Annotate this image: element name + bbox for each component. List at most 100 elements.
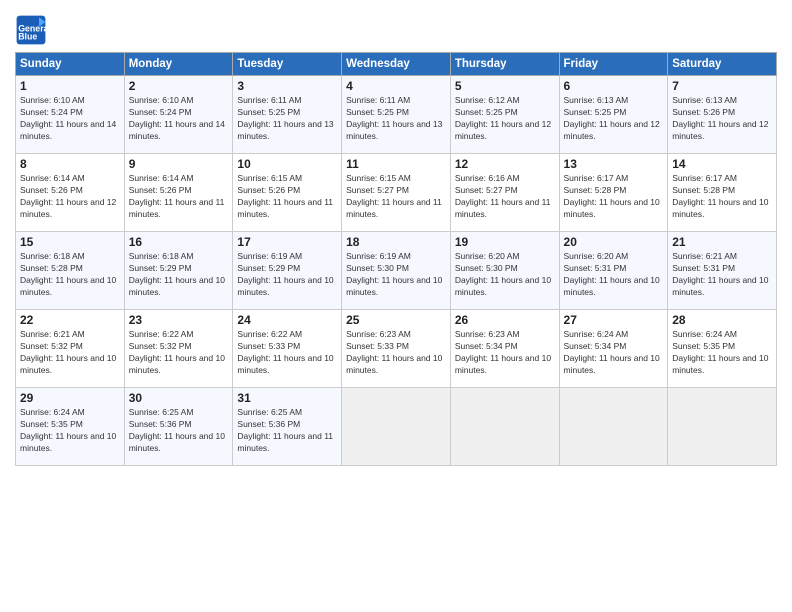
- day-info: Sunrise: 6:14 AMSunset: 5:26 PMDaylight:…: [20, 173, 120, 221]
- day-number: 28: [672, 313, 772, 327]
- day-info: Sunrise: 6:12 AMSunset: 5:25 PMDaylight:…: [455, 95, 555, 143]
- table-cell: 18 Sunrise: 6:19 AMSunset: 5:30 PMDayligh…: [342, 232, 451, 310]
- day-info: Sunrise: 6:20 AMSunset: 5:31 PMDaylight:…: [564, 251, 664, 299]
- day-number: 25: [346, 313, 446, 327]
- table-cell: 1Sunrise: 6:10 AMSunset: 5:24 PMDaylight…: [16, 76, 125, 154]
- table-cell: 15Sunrise: 6:18 AMSunset: 5:28 PMDayligh…: [16, 232, 125, 310]
- table-row: 29Sunrise: 6:24 AMSunset: 5:35 PMDayligh…: [16, 388, 777, 466]
- day-info: Sunrise: 6:11 AMSunset: 5:25 PMDaylight:…: [237, 95, 337, 143]
- day-info: Sunrise: 6:21 AMSunset: 5:31 PMDaylight:…: [672, 251, 772, 299]
- table-cell: [668, 388, 777, 466]
- table-cell: 27 Sunrise: 6:24 AMSunset: 5:34 PMDayligh…: [559, 310, 668, 388]
- header: General Blue: [15, 10, 777, 46]
- day-number: 22: [20, 313, 120, 327]
- day-number: 11: [346, 157, 446, 171]
- day-info: Sunrise: 6:23 AMSunset: 5:33 PMDaylight:…: [346, 329, 446, 377]
- day-number: 14: [672, 157, 772, 171]
- day-number: 7: [672, 79, 772, 93]
- table-cell: 13Sunrise: 6:17 AMSunset: 5:28 PMDayligh…: [559, 154, 668, 232]
- day-number: 9: [129, 157, 229, 171]
- svg-text:Blue: Blue: [18, 32, 37, 42]
- day-number: 27: [564, 313, 664, 327]
- day-number: 1: [20, 79, 120, 93]
- table-cell: 24 Sunrise: 6:22 AMSunset: 5:33 PMDayligh…: [233, 310, 342, 388]
- day-info: Sunrise: 6:23 AMSunset: 5:34 PMDaylight:…: [455, 329, 555, 377]
- day-number: 26: [455, 313, 555, 327]
- table-cell: 3 Sunrise: 6:11 AMSunset: 5:25 PMDaylight…: [233, 76, 342, 154]
- day-info: Sunrise: 6:16 AMSunset: 5:27 PMDaylight:…: [455, 173, 555, 221]
- day-info: Sunrise: 6:14 AMSunset: 5:26 PMDaylight:…: [129, 173, 229, 221]
- day-info: Sunrise: 6:15 AMSunset: 5:26 PMDaylight:…: [237, 173, 337, 221]
- table-cell: 20 Sunrise: 6:20 AMSunset: 5:31 PMDayligh…: [559, 232, 668, 310]
- day-info: Sunrise: 6:24 AMSunset: 5:35 PMDaylight:…: [672, 329, 772, 377]
- table-cell: 8 Sunrise: 6:14 AMSunset: 5:26 PMDaylight…: [16, 154, 125, 232]
- day-info: Sunrise: 6:20 AMSunset: 5:30 PMDaylight:…: [455, 251, 555, 299]
- table-cell: 25 Sunrise: 6:23 AMSunset: 5:33 PMDayligh…: [342, 310, 451, 388]
- day-number: 17: [237, 235, 337, 249]
- table-cell: 22 Sunrise: 6:21 AMSunset: 5:32 PMDayligh…: [16, 310, 125, 388]
- day-number: 2: [129, 79, 229, 93]
- col-sunday: Sunday: [16, 53, 125, 76]
- table-cell: 7 Sunrise: 6:13 AMSunset: 5:26 PMDaylight…: [668, 76, 777, 154]
- day-number: 8: [20, 157, 120, 171]
- day-number: 4: [346, 79, 446, 93]
- table-cell: 11 Sunrise: 6:15 AMSunset: 5:27 PMDayligh…: [342, 154, 451, 232]
- table-cell: 2 Sunrise: 6:10 AMSunset: 5:24 PMDaylight…: [124, 76, 233, 154]
- table-cell: [342, 388, 451, 466]
- day-info: Sunrise: 6:13 AMSunset: 5:26 PMDaylight:…: [672, 95, 772, 143]
- day-number: 3: [237, 79, 337, 93]
- table-cell: 16Sunrise: 6:18 AMSunset: 5:29 PMDayligh…: [124, 232, 233, 310]
- day-number: 21: [672, 235, 772, 249]
- table-cell: 28 Sunrise: 6:24 AMSunset: 5:35 PMDayligh…: [668, 310, 777, 388]
- col-thursday: Thursday: [450, 53, 559, 76]
- table-cell: [559, 388, 668, 466]
- day-number: 24: [237, 313, 337, 327]
- table-cell: 17 Sunrise: 6:19 AMSunset: 5:29 PMDayligh…: [233, 232, 342, 310]
- day-info: Sunrise: 6:10 AMSunset: 5:24 PMDaylight:…: [129, 95, 229, 143]
- day-info: Sunrise: 6:22 AMSunset: 5:32 PMDaylight:…: [129, 329, 229, 377]
- day-info: Sunrise: 6:15 AMSunset: 5:27 PMDaylight:…: [346, 173, 446, 221]
- day-info: Sunrise: 6:17 AMSunset: 5:28 PMDaylight:…: [564, 173, 664, 221]
- table-cell: 12Sunrise: 6:16 AMSunset: 5:27 PMDayligh…: [450, 154, 559, 232]
- table-cell: 10 Sunrise: 6:15 AMSunset: 5:26 PMDayligh…: [233, 154, 342, 232]
- table-cell: 4 Sunrise: 6:11 AMSunset: 5:25 PMDaylight…: [342, 76, 451, 154]
- day-info: Sunrise: 6:11 AMSunset: 5:25 PMDaylight:…: [346, 95, 446, 143]
- day-number: 18: [346, 235, 446, 249]
- calendar-table: Sunday Monday Tuesday Wednesday Thursday…: [15, 52, 777, 466]
- table-cell: 23 Sunrise: 6:22 AMSunset: 5:32 PMDayligh…: [124, 310, 233, 388]
- logo-icon: General Blue: [15, 14, 47, 46]
- day-info: Sunrise: 6:19 AMSunset: 5:30 PMDaylight:…: [346, 251, 446, 299]
- col-monday: Monday: [124, 53, 233, 76]
- day-info: Sunrise: 6:25 AMSunset: 5:36 PMDaylight:…: [237, 407, 337, 455]
- col-wednesday: Wednesday: [342, 53, 451, 76]
- day-number: 20: [564, 235, 664, 249]
- day-info: Sunrise: 6:13 AMSunset: 5:25 PMDaylight:…: [564, 95, 664, 143]
- table-cell: 19 Sunrise: 6:20 AMSunset: 5:30 PMDayligh…: [450, 232, 559, 310]
- day-number: 23: [129, 313, 229, 327]
- day-info: Sunrise: 6:24 AMSunset: 5:35 PMDaylight:…: [20, 407, 120, 455]
- day-number: 30: [129, 391, 229, 405]
- table-cell: 6Sunrise: 6:13 AMSunset: 5:25 PMDaylight…: [559, 76, 668, 154]
- day-info: Sunrise: 6:24 AMSunset: 5:34 PMDaylight:…: [564, 329, 664, 377]
- table-cell: 31Sunrise: 6:25 AMSunset: 5:36 PMDayligh…: [233, 388, 342, 466]
- table-cell: [450, 388, 559, 466]
- table-cell: 14Sunrise: 6:17 AMSunset: 5:28 PMDayligh…: [668, 154, 777, 232]
- day-number: 5: [455, 79, 555, 93]
- table-cell: 29Sunrise: 6:24 AMSunset: 5:35 PMDayligh…: [16, 388, 125, 466]
- day-number: 19: [455, 235, 555, 249]
- table-row: 22 Sunrise: 6:21 AMSunset: 5:32 PMDayligh…: [16, 310, 777, 388]
- day-number: 10: [237, 157, 337, 171]
- col-friday: Friday: [559, 53, 668, 76]
- table-cell: 21 Sunrise: 6:21 AMSunset: 5:31 PMDayligh…: [668, 232, 777, 310]
- day-info: Sunrise: 6:19 AMSunset: 5:29 PMDaylight:…: [237, 251, 337, 299]
- calendar-container: General Blue Sunday Monday Tuesday Wedne…: [0, 0, 792, 612]
- col-tuesday: Tuesday: [233, 53, 342, 76]
- table-cell: 9 Sunrise: 6:14 AMSunset: 5:26 PMDaylight…: [124, 154, 233, 232]
- day-info: Sunrise: 6:22 AMSunset: 5:33 PMDaylight:…: [237, 329, 337, 377]
- col-saturday: Saturday: [668, 53, 777, 76]
- table-row: 15Sunrise: 6:18 AMSunset: 5:28 PMDayligh…: [16, 232, 777, 310]
- day-info: Sunrise: 6:21 AMSunset: 5:32 PMDaylight:…: [20, 329, 120, 377]
- day-info: Sunrise: 6:25 AMSunset: 5:36 PMDaylight:…: [129, 407, 229, 455]
- day-info: Sunrise: 6:18 AMSunset: 5:29 PMDaylight:…: [129, 251, 229, 299]
- table-row: 1 Sunrise: 6:10 AMSunset: 5:24 PMDaylight…: [16, 76, 777, 154]
